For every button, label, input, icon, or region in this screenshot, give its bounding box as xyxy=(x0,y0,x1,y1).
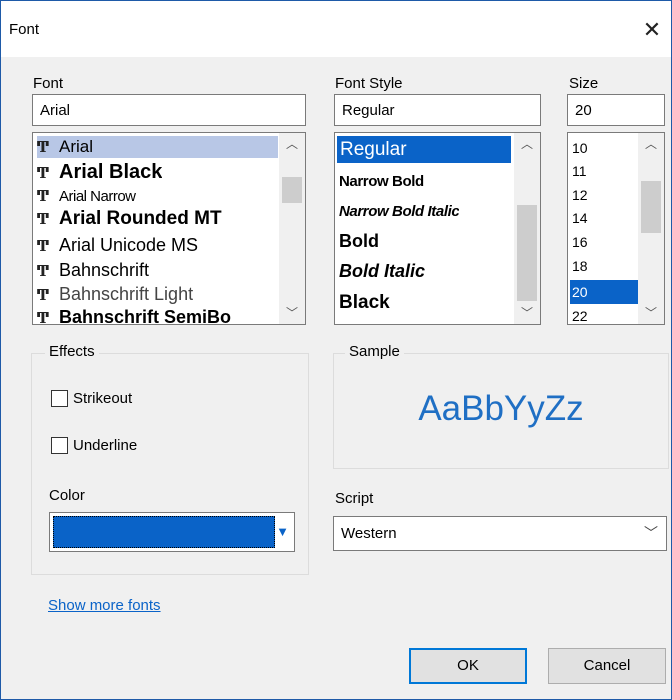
color-dropdown[interactable]: ▼ xyxy=(49,512,295,552)
script-value: Western xyxy=(341,525,397,542)
truetype-icon: Ͳ xyxy=(37,262,50,280)
font-list-item[interactable]: Ͳ Bahnschrift xyxy=(37,258,149,282)
ok-button[interactable]: OK xyxy=(409,648,527,684)
size-item[interactable]: 20 xyxy=(570,280,638,304)
font-dialog: Font ✕ Font Arial Ͳ Arial Ͳ Arial Black ͲA… xyxy=(0,0,672,700)
size-item[interactable]: 22 xyxy=(572,306,588,324)
size-label: Size xyxy=(569,75,599,92)
font-list-item[interactable]: Ͳ Bahnschrift SemiBo xyxy=(37,305,277,325)
scroll-down-arrow-icon[interactable]: ﹀ xyxy=(279,302,305,324)
font-style-item[interactable]: Black xyxy=(339,290,390,316)
font-list[interactable]: Ͳ Arial Ͳ Arial Black Ͳ Arial Narrow Ͳ Arial… xyxy=(32,132,306,325)
font-style-scrollbar[interactable]: ︿ ﹀ xyxy=(514,133,540,324)
title-bar: Font ✕ xyxy=(1,1,671,57)
size-item[interactable]: 16 xyxy=(572,232,588,252)
scroll-thumb[interactable] xyxy=(517,205,537,301)
scroll-down-arrow-icon[interactable]: ﹀ xyxy=(638,302,664,324)
truetype-icon: Ͳ xyxy=(37,210,50,228)
font-input[interactable]: Arial xyxy=(32,94,306,126)
truetype-icon: Ͳ xyxy=(37,138,50,156)
dialog-title: Font xyxy=(9,21,40,38)
strikeout-checkbox[interactable] xyxy=(51,390,68,407)
truetype-icon: Ͳ xyxy=(37,309,50,325)
scroll-up-arrow-icon[interactable]: ︿ xyxy=(638,133,664,155)
color-swatch xyxy=(53,516,275,548)
size-item[interactable]: 11 xyxy=(572,161,587,181)
cancel-button[interactable]: Cancel xyxy=(548,648,666,684)
font-style-list[interactable]: Regular Narrow Bold Narrow Bold Italic B… xyxy=(334,132,541,325)
truetype-icon: Ͳ xyxy=(37,187,49,205)
underline-checkbox[interactable] xyxy=(51,437,68,454)
scroll-thumb[interactable] xyxy=(282,177,302,203)
scroll-up-arrow-icon[interactable]: ︿ xyxy=(514,133,540,155)
font-list-item[interactable]: Ͳ Arial Rounded MT xyxy=(37,207,222,231)
size-list[interactable]: 10 11 12 14 16 18 20 22 ︿ ﹀ xyxy=(567,132,665,325)
font-style-input[interactable]: Regular xyxy=(334,94,541,126)
script-label: Script xyxy=(335,490,374,507)
size-item[interactable]: 18 xyxy=(572,256,588,276)
chevron-down-icon[interactable]: ﹀ xyxy=(644,523,658,543)
sample-preview-text: AaBbYyZz xyxy=(418,389,584,428)
font-list-item[interactable]: Ͳ Bahnschrift Light xyxy=(37,282,193,306)
font-list-item[interactable]: Ͳ Arial xyxy=(37,136,278,158)
sample-label: Sample xyxy=(345,343,404,360)
chevron-down-icon[interactable]: ▼ xyxy=(276,524,289,539)
close-icon[interactable]: ✕ xyxy=(635,13,669,47)
scroll-up-arrow-icon[interactable]: ︿ xyxy=(279,133,305,155)
font-list-item[interactable]: Ͳ Arial Unicode MS xyxy=(37,233,198,257)
truetype-icon: Ͳ xyxy=(37,237,50,255)
font-list-item[interactable]: Ͳ Arial Black xyxy=(37,160,162,185)
font-style-item[interactable]: Regular xyxy=(337,136,511,163)
size-item[interactable]: 10 xyxy=(572,138,588,158)
font-label: Font xyxy=(33,75,64,92)
font-list-scrollbar[interactable]: ︿ ﹀ xyxy=(279,133,305,324)
truetype-icon: Ͳ xyxy=(37,286,50,304)
underline-label[interactable]: Underline xyxy=(73,437,137,454)
font-style-label: Font Style xyxy=(335,75,403,92)
truetype-icon: Ͳ xyxy=(37,164,50,182)
scroll-down-arrow-icon[interactable]: ﹀ xyxy=(514,302,540,324)
strikeout-label[interactable]: Strikeout xyxy=(73,390,132,407)
size-input[interactable]: 20 xyxy=(567,94,665,126)
script-dropdown[interactable]: Western ﹀ xyxy=(333,516,667,551)
color-label: Color xyxy=(49,487,85,504)
show-more-fonts-link[interactable]: Show more fonts xyxy=(48,597,161,614)
font-style-item[interactable]: Narrow Bold Italic xyxy=(339,201,459,223)
font-style-item[interactable]: Bold xyxy=(339,229,379,253)
font-list-item[interactable]: Ͳ Arial Narrow xyxy=(37,186,136,206)
scroll-thumb[interactable] xyxy=(641,181,661,233)
font-style-item[interactable]: Narrow Bold xyxy=(339,171,424,193)
font-style-item[interactable]: Bold Italic xyxy=(339,259,425,283)
size-item[interactable]: 12 xyxy=(572,185,588,205)
size-scrollbar[interactable]: ︿ ﹀ xyxy=(638,133,664,324)
effects-label: Effects xyxy=(45,343,99,360)
size-item[interactable]: 14 xyxy=(572,208,588,228)
